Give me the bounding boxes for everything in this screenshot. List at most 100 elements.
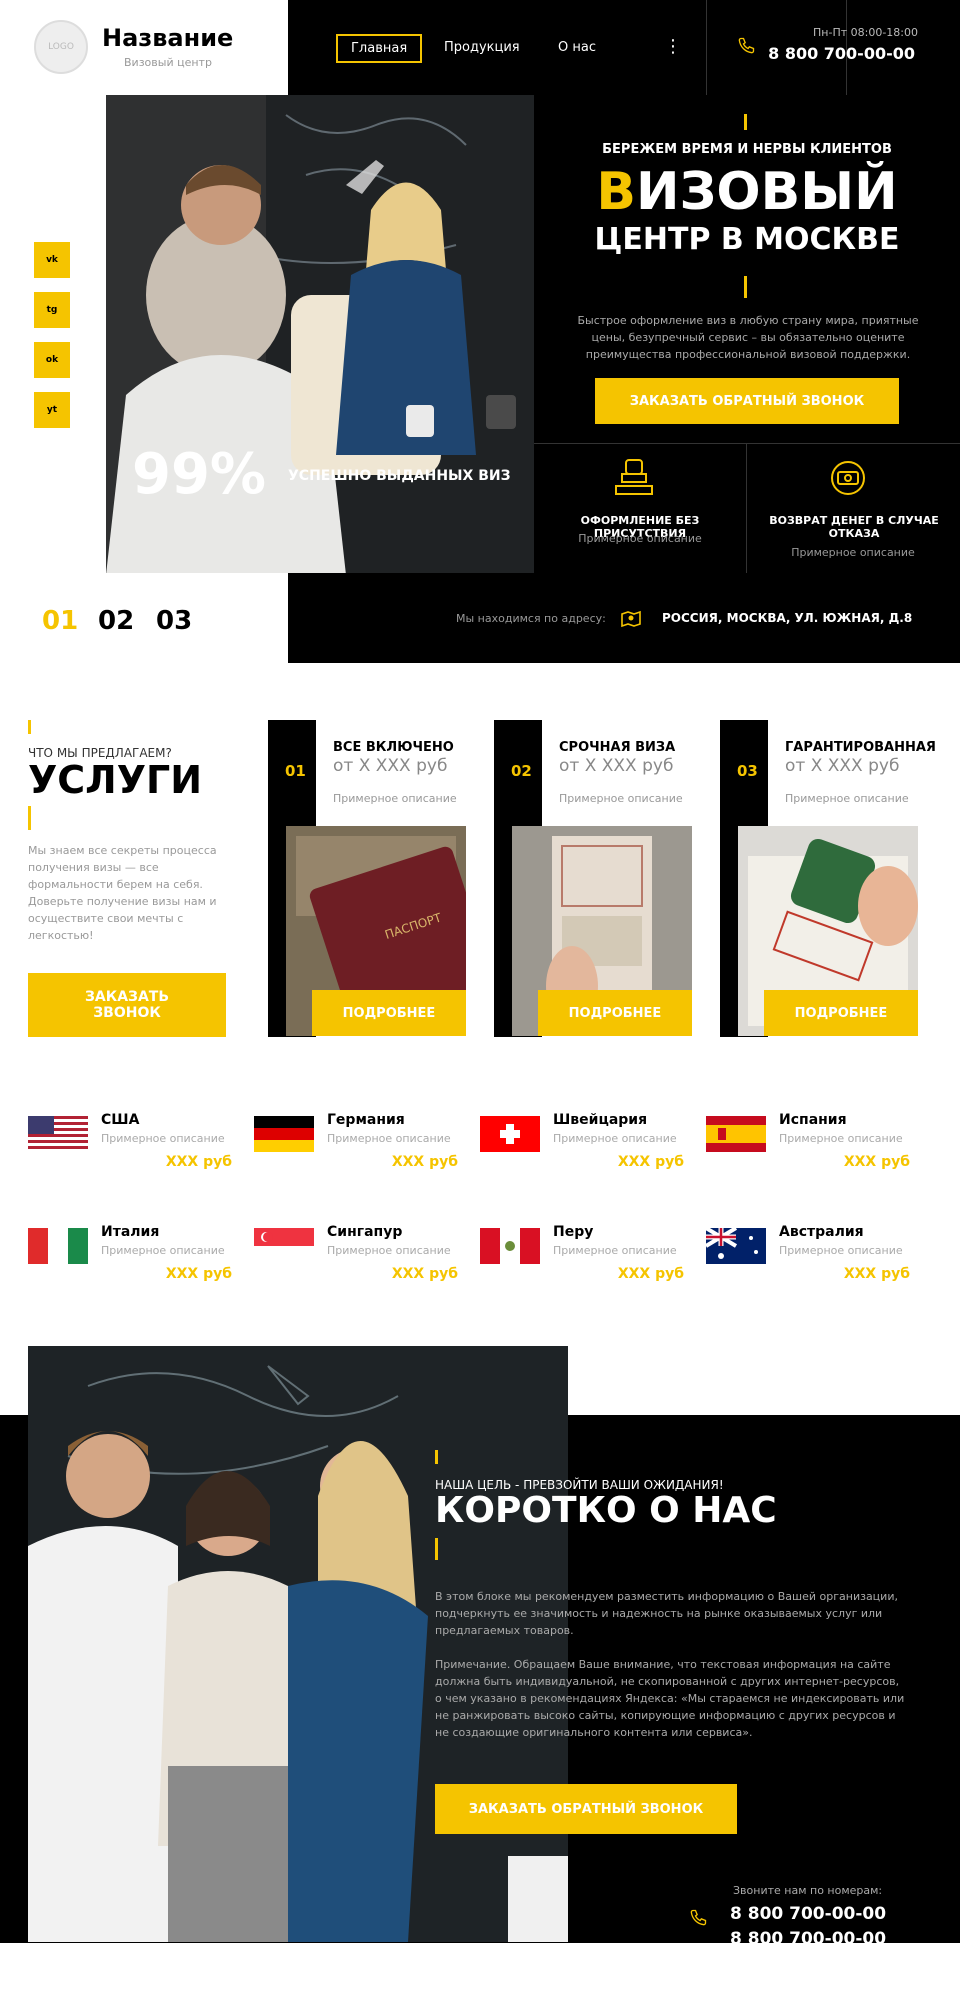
card-title: СРОЧНАЯ ВИЗА bbox=[559, 740, 676, 755]
hero-title-letter: В bbox=[596, 162, 636, 222]
card-number: 01 bbox=[285, 762, 306, 780]
country-name[interactable]: Германия bbox=[327, 1112, 405, 1128]
country-description: Примерное описание bbox=[327, 1244, 451, 1257]
ok-icon[interactable]: ok bbox=[34, 342, 70, 378]
vk-icon[interactable]: vk bbox=[34, 242, 70, 278]
hero-title-rest: ИЗОВЫЙ bbox=[635, 162, 898, 222]
country-price: XXX руб bbox=[391, 1154, 458, 1170]
flag-singapore-icon bbox=[254, 1228, 314, 1264]
success-stat-label: УСПЕШНО ВЫДАННЫХ ВИЗ bbox=[288, 468, 511, 484]
phone-icon bbox=[688, 1908, 708, 1932]
call-label: Звоните нам по номерам: bbox=[733, 1884, 883, 1897]
country-price: XXX руб bbox=[165, 1266, 232, 1282]
details-button[interactable]: ПОДРОБНЕЕ bbox=[764, 990, 918, 1036]
country-name[interactable]: Испания bbox=[779, 1112, 847, 1128]
country-description: Примерное описание bbox=[327, 1132, 451, 1145]
country-price: XXX руб bbox=[391, 1266, 458, 1282]
card-number: 03 bbox=[737, 762, 758, 780]
success-stat-value: 99% bbox=[132, 442, 267, 507]
country-description: Примерное описание bbox=[101, 1132, 225, 1145]
map-icon bbox=[620, 608, 642, 634]
country-price: XXX руб bbox=[843, 1154, 910, 1170]
youtube-icon[interactable]: yt bbox=[34, 392, 70, 428]
country-description: Примерное описание bbox=[101, 1244, 225, 1257]
hero-tagline: БЕРЕЖЕМ ВРЕМЯ И НЕРВЫ КЛИЕНТОВ bbox=[602, 142, 892, 157]
about-paragraph: В этом блоке мы рекомендуем разместить и… bbox=[435, 1590, 898, 1637]
money-back-icon bbox=[826, 456, 870, 504]
accent-bar bbox=[435, 1538, 438, 1560]
feature-desc: Примерное описание bbox=[578, 532, 702, 545]
feature-desc: Примерное описание bbox=[791, 546, 915, 559]
slide-2[interactable]: 02 bbox=[98, 606, 134, 636]
nav-home[interactable]: Главная bbox=[336, 34, 423, 63]
stamp-icon bbox=[612, 456, 656, 504]
country-price: XXX руб bbox=[617, 1266, 684, 1282]
country-description: Примерное описание bbox=[779, 1132, 903, 1145]
hero-title: ВИЗОВЫЙ bbox=[534, 162, 960, 222]
accent-bar bbox=[435, 1450, 438, 1464]
flag-spain-icon bbox=[706, 1116, 766, 1152]
divider bbox=[534, 443, 960, 444]
address-value: РОССИЯ, МОСКВА, УЛ. ЮЖНАЯ, Д.8 bbox=[662, 611, 913, 625]
about-title: КОРОТКО О НАС bbox=[435, 1490, 777, 1531]
flag-usa-icon bbox=[28, 1116, 88, 1152]
flag-italy-icon bbox=[28, 1228, 88, 1264]
hero-title-line2: ЦЕНТР В МОСКВЕ bbox=[594, 222, 900, 257]
card-number: 02 bbox=[511, 762, 532, 780]
accent-bar bbox=[28, 720, 31, 734]
services-title: УСЛУГИ bbox=[28, 758, 203, 802]
button-line: ЗАКАЗАТЬ bbox=[84, 989, 170, 1005]
card-description: Примерное описание bbox=[785, 792, 909, 805]
phone-icon bbox=[736, 36, 756, 60]
country-price: XXX руб bbox=[165, 1154, 232, 1170]
flag-peru-icon bbox=[480, 1228, 540, 1264]
country-name[interactable]: Италия bbox=[101, 1224, 159, 1240]
nav-products[interactable]: Продукция bbox=[430, 34, 534, 61]
feature-title: ВОЗВРАТ ДЕНЕГ В СЛУЧАЕ ОТКАЗА bbox=[769, 514, 939, 540]
country-name[interactable]: Перу bbox=[553, 1224, 593, 1240]
country-name[interactable]: Швейцария bbox=[553, 1112, 647, 1128]
flag-germany-icon bbox=[254, 1116, 314, 1152]
button-line: ЗВОНОК bbox=[93, 1005, 161, 1021]
nav-about[interactable]: О нас bbox=[544, 34, 610, 61]
slide-3[interactable]: 03 bbox=[156, 606, 192, 636]
address-label: Мы находимся по адресу: bbox=[456, 612, 606, 625]
about-note: Примечание. Обращаем Ваше внимание, что … bbox=[435, 1658, 905, 1739]
country-description: Примерное описание bbox=[779, 1244, 903, 1257]
country-name[interactable]: Австралия bbox=[779, 1224, 864, 1240]
callback-button[interactable]: ЗАКАЗАТЬ ОБРАТНЫЙ ЗВОНОК bbox=[435, 1784, 737, 1834]
slide-1[interactable]: 01 bbox=[42, 606, 78, 636]
team-photo bbox=[28, 1346, 568, 1942]
logo[interactable]: LOGO bbox=[34, 20, 88, 74]
details-button[interactable]: ПОДРОБНЕЕ bbox=[538, 990, 692, 1036]
header-phone[interactable]: 8 800 700-00-00 bbox=[765, 44, 915, 63]
card-price: от Х ХХХ руб bbox=[785, 756, 900, 776]
phone-number[interactable]: 8 800 700-00-00 bbox=[730, 1929, 886, 1949]
card-price: от Х ХХХ руб bbox=[333, 756, 448, 776]
working-hours: Пн-Пт 08:00-18:00 bbox=[813, 26, 918, 39]
card-title: ГАРАНТИРОВАННАЯ bbox=[785, 740, 936, 755]
country-name[interactable]: Сингапур bbox=[327, 1224, 402, 1240]
details-button[interactable]: ПОДРОБНЕЕ bbox=[312, 990, 466, 1036]
accent-bar bbox=[744, 276, 747, 298]
accent-bar bbox=[744, 114, 747, 130]
phone-number[interactable]: 8 800 700-00-00 bbox=[730, 1904, 886, 1924]
country-description: Примерное описание bbox=[553, 1244, 677, 1257]
accent-bar bbox=[28, 806, 31, 830]
services-description: Мы знаем все секреты процесса получения … bbox=[28, 844, 217, 942]
brand-name: Название bbox=[102, 24, 234, 52]
country-price: XXX руб bbox=[617, 1154, 684, 1170]
hero-description: Быстрое оформление виз в любую страну ми… bbox=[577, 314, 919, 361]
callback-button[interactable]: ЗАКАЗАТЬ ОБРАТНЫЙ ЗВОНОК bbox=[595, 378, 899, 424]
card-description: Примерное описание bbox=[333, 792, 457, 805]
order-call-button[interactable]: ЗАКАЗАТЬ ЗВОНОК bbox=[28, 973, 226, 1037]
country-name[interactable]: США bbox=[101, 1112, 139, 1128]
flag-switzerland-icon bbox=[480, 1116, 540, 1152]
flag-australia-icon bbox=[706, 1228, 766, 1264]
card-title: ВСЕ ВКЛЮЧЕНО bbox=[333, 740, 454, 755]
country-description: Примерное описание bbox=[553, 1132, 677, 1145]
card-description: Примерное описание bbox=[559, 792, 683, 805]
more-menu-icon[interactable]: ⋮ bbox=[664, 36, 682, 57]
brand-subtitle: Визовый центр bbox=[124, 56, 212, 69]
telegram-icon[interactable]: tg bbox=[34, 292, 70, 328]
